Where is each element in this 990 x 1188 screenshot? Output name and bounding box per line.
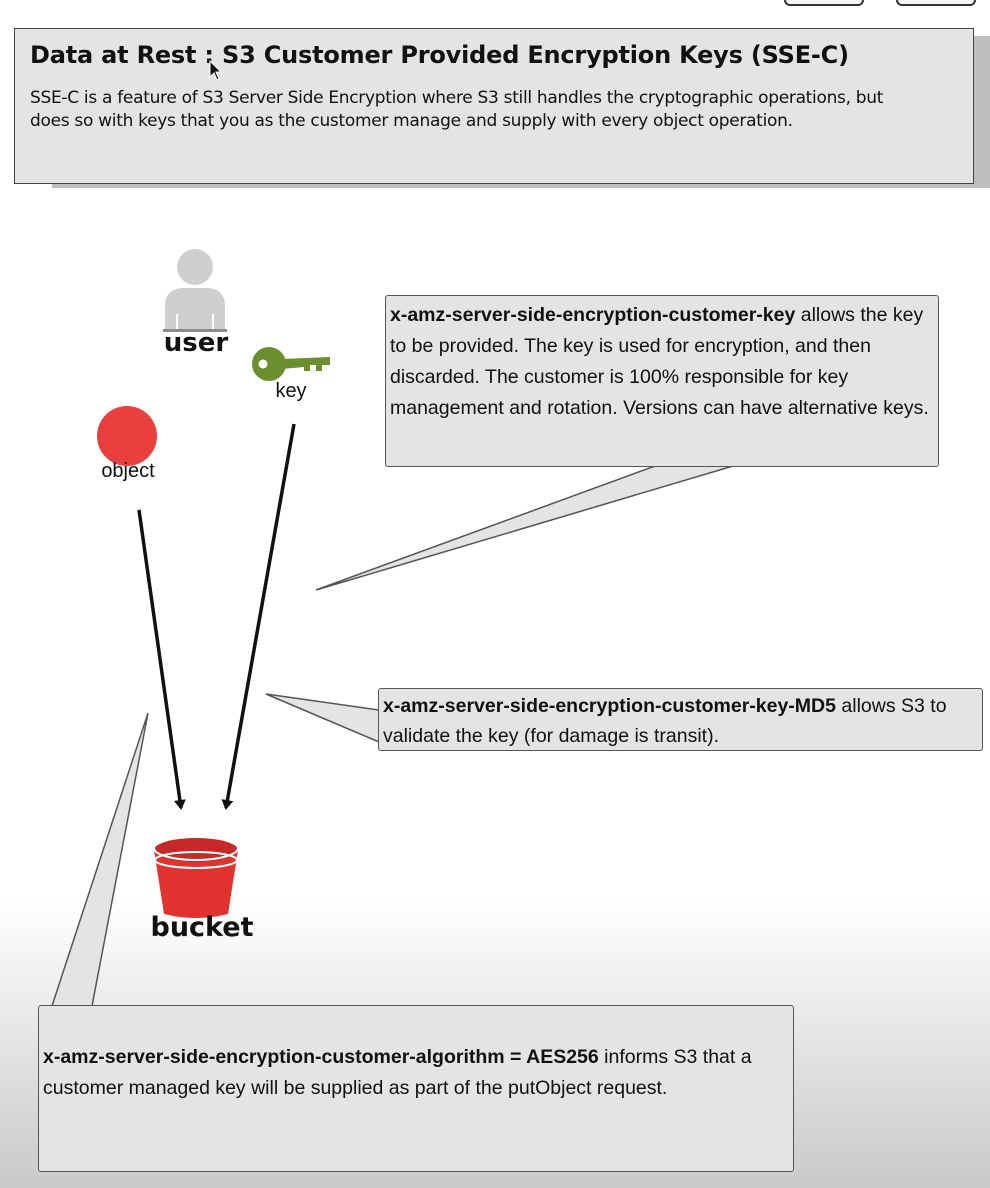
user-icon <box>163 249 227 332</box>
bucket-icon <box>153 835 239 918</box>
key-label: key <box>275 380 307 402</box>
callout-key-md5-term: x-amz-server-side-encryption-customer-ke… <box>383 695 836 717</box>
callout-algorithm: x-amz-server-side-encryption-customer-al… <box>38 1005 794 1172</box>
callout-key-pointer <box>315 465 734 591</box>
callout-key-md5: x-amz-server-side-encryption-customer-ke… <box>378 688 983 751</box>
callout-customer-key-term: x-amz-server-side-encryption-customer-ke… <box>390 304 796 326</box>
callout-alg-pointer <box>50 712 149 1007</box>
object-icon <box>97 406 157 466</box>
object-to-bucket-arrow <box>137 509 186 810</box>
callout-customer-key: x-amz-server-side-encryption-customer-ke… <box>385 295 939 467</box>
bucket-label: bucket <box>150 912 254 943</box>
object-label: object <box>101 460 155 482</box>
callout-md5-pointer <box>265 693 380 744</box>
callout-algorithm-term: x-amz-server-side-encryption-customer-al… <box>43 1046 599 1068</box>
key-to-bucket-arrow <box>221 423 296 810</box>
user-label: user <box>163 328 229 358</box>
